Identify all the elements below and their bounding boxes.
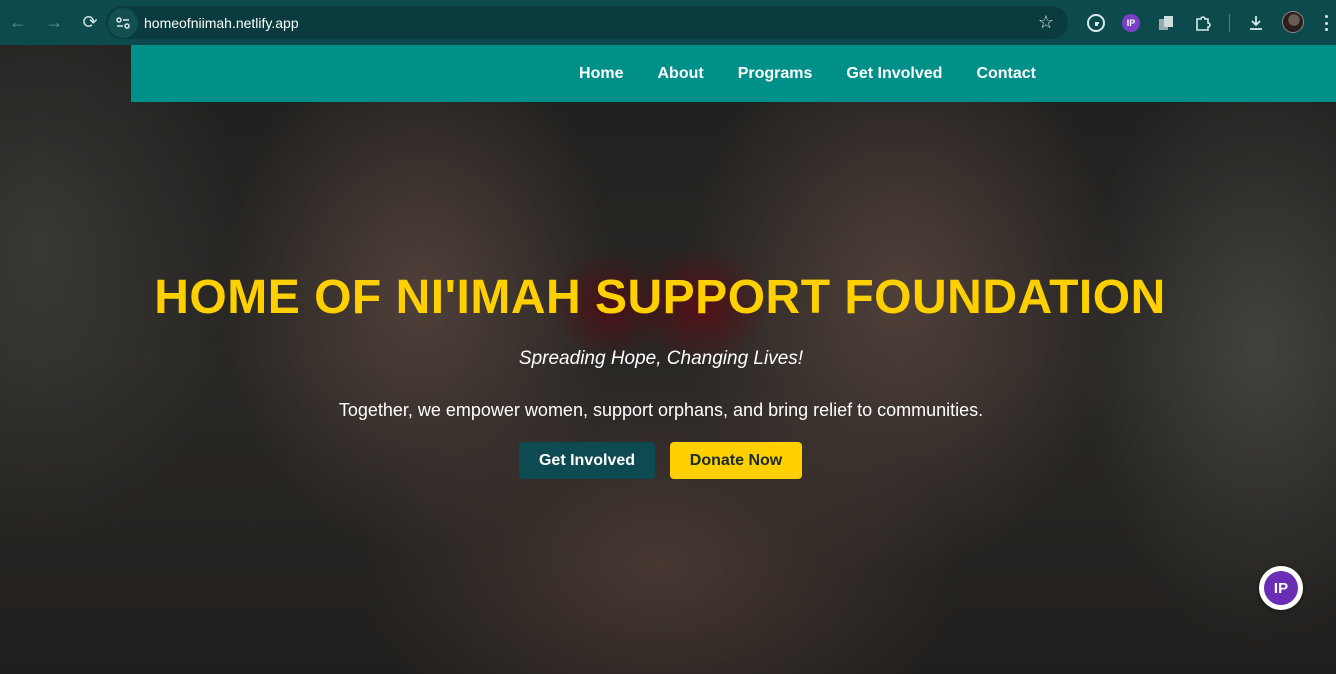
copy-extension-icon[interactable] [1152,9,1180,37]
get-involved-button[interactable]: Get Involved [519,442,655,479]
nav-contact[interactable]: Contact [976,65,1036,83]
hero-subtext: Together, we empower women, support orph… [338,400,984,420]
nav-get-involved[interactable]: Get Involved [846,65,942,83]
grammarly-extension-icon[interactable] [1082,9,1110,37]
hero-tagline: Spreading Hope, Changing Lives! [518,348,804,369]
reload-icon: ⟳ [82,12,98,32]
ip-extension-icon[interactable]: IP [1117,9,1145,37]
hero-buttons: Get Involved Donate Now [519,442,802,479]
browser-toolbar: ← → ⟳ homeofniimah.netlify.app ☆ IP [0,0,1336,45]
nav-about[interactable]: About [658,65,704,83]
site-navbar: Home About Programs Get Involved Contact [131,45,1336,102]
back-arrow-icon: ← [9,12,27,32]
browser-menu-icon[interactable] [1318,12,1334,34]
download-icon[interactable] [1242,9,1270,37]
toolbar-divider [1229,14,1230,32]
profile-avatar[interactable] [1282,11,1304,33]
back-button[interactable]: ← [0,5,36,41]
nav-programs[interactable]: Programs [738,65,813,83]
donate-now-button[interactable]: Donate Now [670,442,802,479]
ip-logo-icon: IP [1264,571,1298,605]
extensions-puzzle-icon[interactable] [1189,9,1217,37]
forward-button[interactable]: → [36,5,72,41]
url-text[interactable]: homeofniimah.netlify.app [144,15,299,31]
hero-title: HOME OF NI'IMAH SUPPORT FOUNDATION [154,271,1166,324]
nav-home[interactable]: Home [579,65,623,83]
bookmark-star-icon[interactable]: ☆ [1038,12,1054,33]
address-bar[interactable]: homeofniimah.netlify.app ☆ [106,6,1068,39]
floating-ip-widget[interactable]: IP [1259,566,1303,610]
forward-arrow-icon: → [45,12,63,32]
web-page: Home About Programs Get Involved Contact… [0,45,1336,674]
site-info-icon[interactable] [108,7,138,38]
reload-button[interactable]: ⟳ [72,5,108,41]
